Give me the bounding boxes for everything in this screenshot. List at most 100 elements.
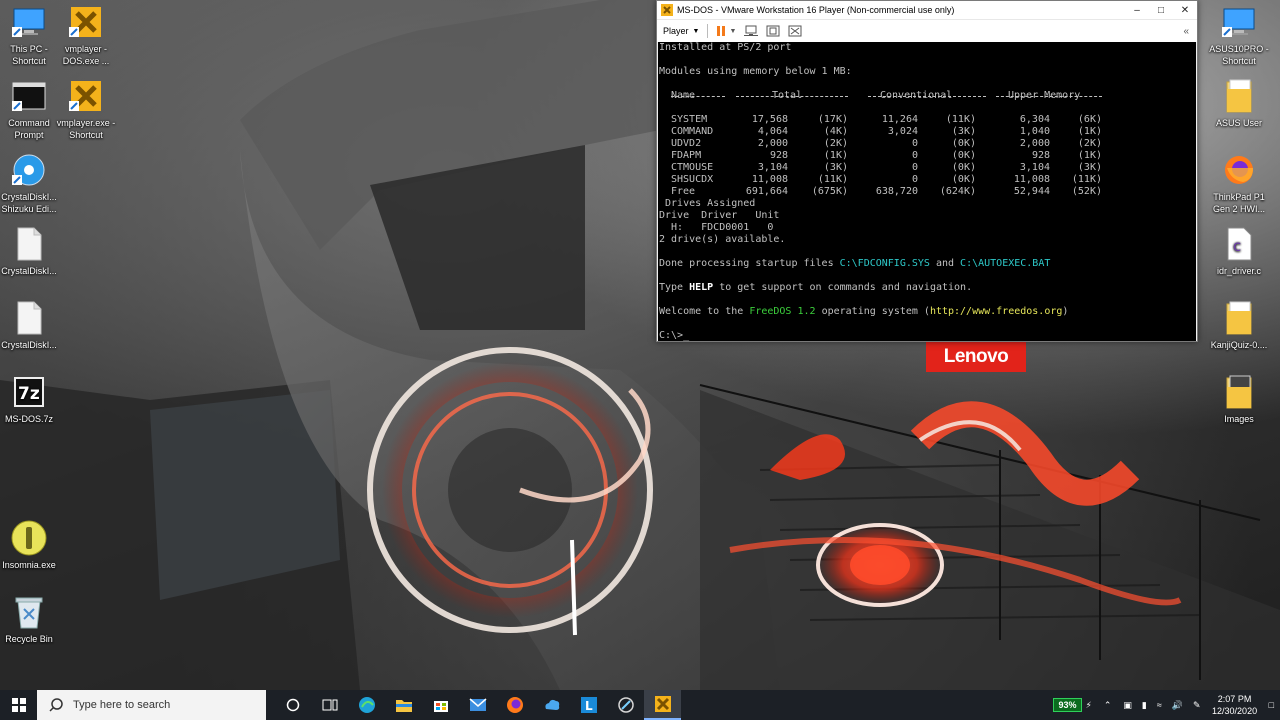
file-icon	[11, 300, 47, 336]
plug-icon[interactable]: ⚡	[1086, 700, 1092, 711]
desktop-icon-crystaldisk-2[interactable]: CrystalDiskI...	[0, 300, 61, 351]
table-row-name: FDAPM	[671, 150, 702, 161]
desktop-icon-label: vmplayer - DOS.exe ...	[62, 44, 110, 66]
svg-text:L: L	[585, 699, 593, 713]
notifications-icon[interactable]: □	[1269, 700, 1274, 710]
window-title: MS-DOS - VMware Workstation 16 Player (N…	[677, 5, 955, 15]
player-menu[interactable]: Player ▼	[663, 26, 699, 36]
desktop-icon-crystaldisk-shizuku[interactable]: CrystalDiskI... Shizuku Edi...	[0, 152, 61, 215]
table-cell: (0K)	[951, 162, 976, 173]
desktop-icon-crystaldisk-1[interactable]: CrystalDiskI...	[0, 226, 61, 277]
disk-icon	[11, 152, 47, 188]
table-row-name: COMMAND	[671, 126, 714, 137]
folder-icon	[1221, 374, 1257, 410]
desktop-icon-label: MS-DOS.7z	[4, 414, 53, 424]
unity-button[interactable]	[788, 25, 802, 37]
vmware-window[interactable]: MS-DOS - VMware Workstation 16 Player (N…	[656, 0, 1198, 342]
taskbar-store[interactable]	[422, 690, 459, 720]
search-placeholder: Type here to search	[73, 699, 171, 711]
taskbar-firefox[interactable]	[496, 690, 533, 720]
volume-icon[interactable]: 🔊	[1172, 700, 1183, 711]
taskbar-snipping[interactable]	[607, 690, 644, 720]
close-button[interactable]: ✕	[1173, 1, 1197, 19]
chevron-up-icon[interactable]: ⌃	[1104, 700, 1112, 711]
table-cell: 691,664	[745, 186, 788, 197]
table-cell: (11K)	[1071, 174, 1102, 185]
cortana-button[interactable]	[274, 690, 311, 720]
pause-icon	[717, 26, 726, 36]
scissors-icon	[617, 697, 634, 713]
table-rule	[671, 96, 725, 98]
desktop-icon-ms-dos-7z[interactable]: 7z MS-DOS.7z	[0, 374, 61, 425]
minimize-button[interactable]: –	[1125, 1, 1149, 19]
taskbar-search[interactable]: Type here to search	[37, 690, 266, 720]
desktop-icon-this-pc[interactable]: This PC - Shortcut	[0, 4, 61, 67]
taskbar-file-explorer[interactable]	[385, 690, 422, 720]
desktop-icon-label: ThinkPad P1 Gen 2 HWI...	[1212, 192, 1265, 214]
folder-icon	[1221, 300, 1257, 336]
taskbar-edge[interactable]	[348, 690, 385, 720]
desktop-icon-idr-driver[interactable]: c idr_driver.c	[1207, 226, 1271, 277]
pen-icon[interactable]: ✎	[1193, 700, 1201, 711]
table-cell: 0	[911, 138, 918, 149]
collapse-toolbar-button[interactable]: «	[1183, 26, 1189, 37]
pause-button[interactable]: ▼	[716, 25, 736, 37]
send-ctrl-alt-del-button[interactable]	[744, 25, 759, 37]
table-cell: (6K)	[1077, 114, 1102, 125]
store-icon	[433, 701, 448, 712]
desktop: This PC - Shortcut vmplayer - DOS.exe ..…	[0, 0, 1280, 690]
battery-icon[interactable]: ▮	[1142, 700, 1147, 711]
console-line-welcome: Welcome to the FreeDOS 1.2 operating sys…	[659, 306, 1069, 317]
table-cell: (0K)	[951, 150, 976, 161]
table-row-name: CTMOUSE	[671, 162, 714, 173]
desktop-icon-recycle-bin[interactable]: Recycle Bin	[0, 594, 61, 645]
maximize-button[interactable]: □	[1149, 1, 1173, 19]
table-cell: (11K)	[817, 174, 848, 185]
desktop-icon-vmplayer-dos[interactable]: vmplayer - DOS.exe ...	[54, 4, 118, 67]
terminal-icon	[11, 78, 47, 114]
taskbar-mail[interactable]	[459, 690, 496, 720]
table-cell: (1K)	[1077, 126, 1102, 137]
meet-now-icon[interactable]: ▣	[1123, 700, 1132, 711]
desktop-icon-command-prompt[interactable]: Command Prompt	[0, 78, 61, 141]
desktop-icon-images[interactable]: Images	[1207, 374, 1271, 425]
task-view-button[interactable]	[311, 690, 348, 720]
table-cell: 11,264	[881, 114, 918, 125]
taskbar-outlook[interactable]	[533, 690, 570, 720]
desktop-icon-vmplayer-shortcut[interactable]: vmplayer.exe - Shortcut	[54, 78, 118, 141]
desktop-icon-kanjiquiz[interactable]: KanjiQuiz-0....	[1207, 300, 1271, 351]
console-prompt[interactable]: C:\>_	[659, 330, 689, 341]
network-computer-icon	[744, 25, 759, 36]
table-cell: (17K)	[817, 114, 848, 125]
fullscreen-button[interactable]	[766, 25, 780, 37]
taskbar-clock[interactable]: 2:07 PM 12/30/2020	[1205, 693, 1265, 717]
folder-icon	[395, 700, 412, 712]
pc-icon	[1221, 4, 1257, 40]
window-titlebar[interactable]: MS-DOS - VMware Workstation 16 Player (N…	[657, 1, 1197, 19]
desktop-icon-insomnia[interactable]: Insomnia.exe	[0, 520, 61, 571]
desktop-icon-label: ASUS User	[1215, 118, 1262, 128]
wifi-icon[interactable]: ≈	[1157, 700, 1162, 710]
taskbar-l-app[interactable]: L	[570, 690, 607, 720]
table-cell: (3K)	[951, 126, 976, 137]
l-app-icon: L	[580, 697, 597, 713]
search-icon	[49, 698, 63, 712]
desktop-icon-asus10pro[interactable]: ASUS10PRO - Shortcut	[1207, 4, 1271, 67]
clock-date: 12/30/2020	[1212, 706, 1258, 716]
console-line-help: Type HELP to get support on commands and…	[659, 282, 973, 293]
taskbar-vmware[interactable]	[644, 690, 681, 720]
vmware-icon	[661, 4, 673, 16]
clock-time: 2:07 PM	[1217, 694, 1252, 704]
dos-console[interactable]: Installed at PS/2 port Modules using mem…	[658, 42, 1196, 341]
table-row-name: Free	[671, 186, 696, 197]
desktop-icon-thinkpad-hwi[interactable]: ThinkPad P1 Gen 2 HWI...	[1207, 152, 1271, 215]
start-button[interactable]	[0, 690, 37, 720]
lenovo-logo: Lenovo	[926, 342, 1026, 372]
toolbar-divider	[707, 24, 709, 38]
task-view-icon	[322, 699, 337, 711]
desktop-icon-asus-user[interactable]: ASUS User	[1207, 78, 1271, 129]
table-cell: (3K)	[823, 162, 848, 173]
battery-percentage[interactable]: 93%	[1053, 698, 1082, 712]
table-rule	[868, 96, 986, 98]
desktop-icon-label: KanjiQuiz-0....	[1210, 340, 1268, 350]
